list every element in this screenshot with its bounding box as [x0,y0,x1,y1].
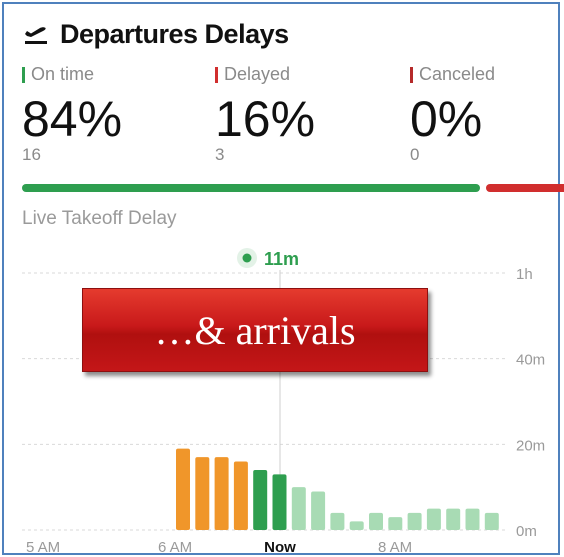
bar [465,508,480,530]
bar [176,448,190,530]
bar [233,461,248,530]
x-tick-label: Now [264,539,296,556]
arrivals-banner[interactable]: …& arrivals [82,288,428,372]
y-tick-label: 1h [516,266,533,283]
bar [330,512,345,530]
bar [253,470,268,530]
bar [388,517,403,530]
bar [446,508,461,530]
bar [272,474,287,530]
takeoff-delay-chart: 0m 20m 40m 1h 5 AM 6 AM Now 8 AM 11m [22,248,545,556]
x-tick-label: 8 AM [378,539,412,556]
bar [349,521,364,530]
y-tick-label: 0m [516,523,537,540]
bar [291,487,306,530]
y-tick-label: 20m [516,437,545,454]
bar [407,512,422,530]
bar [311,491,326,530]
bar [369,512,383,530]
bar [195,457,210,530]
x-tick-label: 6 AM [158,539,192,556]
banner-text: …& arrivals [154,307,356,353]
bar [484,512,499,530]
current-marker-label: 11m [264,249,299,269]
bar [426,508,441,530]
current-marker-dot [242,253,252,263]
x-tick-label: 5 AM [26,539,60,556]
y-tick-label: 40m [516,352,545,369]
bar [214,457,229,530]
